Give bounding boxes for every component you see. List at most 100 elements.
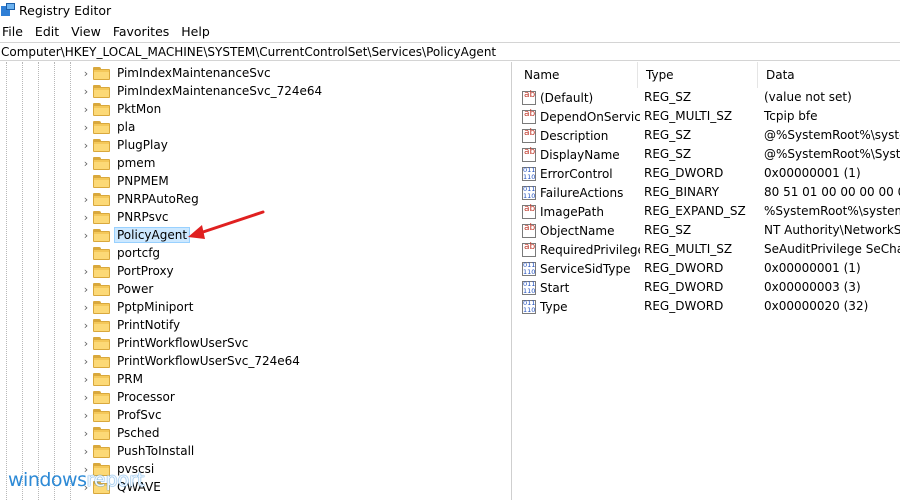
- folder-icon: [93, 228, 111, 242]
- value-name-cell: RequiredPrivilege...: [522, 240, 640, 259]
- value-row[interactable]: FailureActions REG_BINARY 80 51 01 00 00 0…: [516, 183, 900, 202]
- chevron-right-icon[interactable]: ›: [80, 427, 92, 440]
- chevron-right-icon[interactable]: ›: [80, 157, 92, 170]
- tree-item[interactable]: › PortProxy: [80, 262, 176, 280]
- value-name-cell: ErrorControl: [522, 164, 640, 183]
- value-name: RequiredPrivilege...: [540, 242, 640, 257]
- chevron-right-icon[interactable]: ›: [80, 103, 92, 116]
- tree-item[interactable]: › PushToInstall: [80, 442, 196, 460]
- menu-view[interactable]: View: [69, 24, 106, 39]
- tree-item[interactable]: › Psched: [80, 424, 161, 442]
- chevron-right-icon[interactable]: ›: [80, 265, 92, 278]
- value-data: 0x00000020 (32): [764, 299, 869, 313]
- chevron-right-icon[interactable]: ›: [80, 139, 92, 152]
- chevron-right-icon[interactable]: ›: [80, 319, 92, 332]
- value-row[interactable]: RequiredPrivilege... REG_MULTI_SZ SeAuditP…: [516, 240, 900, 259]
- value-data: 0x00000001 (1): [764, 261, 861, 275]
- tree-item[interactable]: portcfg: [80, 244, 162, 262]
- string-value-icon: [522, 204, 536, 219]
- tree-item[interactable]: › PNRPsvc: [80, 208, 171, 226]
- chevron-right-icon[interactable]: ›: [80, 355, 92, 368]
- value-name-cell: ServiceSidType: [522, 259, 640, 278]
- chevron-right-icon[interactable]: ›: [80, 193, 92, 206]
- chevron-right-icon[interactable]: ›: [80, 409, 92, 422]
- menu-edit[interactable]: Edit: [33, 24, 64, 39]
- tree-item[interactable]: › PimIndexMaintenanceSvc_724e64: [80, 82, 324, 100]
- chevron-right-icon[interactable]: ›: [80, 283, 92, 296]
- tree-item[interactable]: › PrintWorkflowUserSvc_724e64: [80, 352, 302, 370]
- value-name-cell: FailureActions: [522, 183, 640, 202]
- chevron-right-icon[interactable]: ›: [80, 391, 92, 404]
- tree-item[interactable]: › PRM: [80, 370, 145, 388]
- chevron-right-icon[interactable]: ›: [80, 121, 92, 134]
- tree-item[interactable]: › Processor: [80, 388, 177, 406]
- value-row[interactable]: Start REG_DWORD 0x00000003 (3): [516, 278, 900, 297]
- tree-item[interactable]: › PimIndexMaintenanceSvc: [80, 64, 273, 82]
- chevron-right-icon[interactable]: ›: [80, 301, 92, 314]
- tree-item[interactable]: PNPMEM: [80, 172, 171, 190]
- tree-item[interactable]: › PptpMiniport: [80, 298, 195, 316]
- value-row[interactable]: DisplayName REG_SZ @%SystemRoot%\System: [516, 145, 900, 164]
- tree-guide-line: [22, 62, 23, 500]
- value-row[interactable]: ObjectName REG_SZ NT Authority\NetworkServ: [516, 221, 900, 240]
- windows-report-watermark: windows report: [8, 466, 145, 494]
- value-row[interactable]: (Default) REG_SZ (value not set): [516, 88, 900, 107]
- title-bar: Registry Editor: [0, 0, 900, 20]
- tree-item-label: PNPMEM: [117, 174, 169, 188]
- tree-guide-line: [70, 62, 71, 500]
- menu-favorites[interactable]: Favorites: [111, 24, 174, 39]
- value-row[interactable]: ServiceSidType REG_DWORD 0x00000001 (1): [516, 259, 900, 278]
- value-name: Type: [540, 299, 568, 314]
- value-row[interactable]: Description REG_SZ @%SystemRoot%\system: [516, 126, 900, 145]
- chevron-right-icon[interactable]: ›: [80, 229, 92, 242]
- chevron-right-icon[interactable]: ›: [80, 211, 92, 224]
- value-row[interactable]: ErrorControl REG_DWORD 0x00000001 (1): [516, 164, 900, 183]
- column-header-name[interactable]: Name: [516, 62, 638, 88]
- value-name: ObjectName: [540, 223, 615, 238]
- tree-item[interactable]: › PktMon: [80, 100, 163, 118]
- folder-icon: [93, 102, 111, 116]
- value-row[interactable]: Type REG_DWORD 0x00000020 (32): [516, 297, 900, 316]
- folder-icon: [93, 246, 111, 260]
- tree-item[interactable]: › Power: [80, 280, 155, 298]
- column-header-row: Name Type Data: [516, 62, 900, 88]
- chevron-right-icon[interactable]: ›: [80, 85, 92, 98]
- tree-item-label: PNRPAutoReg: [117, 192, 199, 206]
- value-name-cell: Type: [522, 297, 640, 316]
- folder-icon: [93, 192, 111, 206]
- tree-item[interactable]: › pmem: [80, 154, 157, 172]
- value-name-cell: (Default): [522, 88, 640, 107]
- tree-item[interactable]: › PlugPlay: [80, 136, 170, 154]
- tree-item[interactable]: › pla: [80, 118, 137, 136]
- string-value-icon: [522, 242, 536, 257]
- chevron-right-icon[interactable]: ›: [80, 67, 92, 80]
- chevron-right-icon[interactable]: ›: [80, 445, 92, 458]
- tree-item[interactable]: › ProfSvc: [80, 406, 164, 424]
- string-value-icon: [522, 147, 536, 162]
- column-header-type[interactable]: Type: [638, 62, 758, 88]
- value-type: REG_DWORD: [644, 299, 724, 313]
- chevron-right-icon[interactable]: ›: [80, 337, 92, 350]
- value-type: REG_DWORD: [644, 166, 724, 180]
- registry-editor-icon: [1, 3, 15, 17]
- menu-help[interactable]: Help: [179, 24, 215, 39]
- address-bar[interactable]: Computer\HKEY_LOCAL_MACHINE\SYSTEM\Curre…: [0, 42, 900, 61]
- menu-file[interactable]: File: [0, 24, 28, 39]
- tree-item[interactable]: › PolicyAgent: [80, 226, 191, 244]
- tree-item-label: PptpMiniport: [117, 300, 194, 314]
- value-name: ImagePath: [540, 204, 604, 219]
- folder-icon: [93, 426, 111, 440]
- value-row[interactable]: DependOnService REG_MULTI_SZ Tcpip bfe: [516, 107, 900, 126]
- value-row[interactable]: ImagePath REG_EXPAND_SZ %SystemRoot%\syste…: [516, 202, 900, 221]
- values-pane[interactable]: Name Type Data (Default) REG_SZ (value not…: [516, 62, 900, 500]
- address-path[interactable]: Computer\HKEY_LOCAL_MACHINE\SYSTEM\Curre…: [0, 45, 496, 59]
- tree-item[interactable]: › PrintWorkflowUserSvc: [80, 334, 250, 352]
- value-type: REG_DWORD: [644, 261, 724, 275]
- tree-item-label: PimIndexMaintenanceSvc: [117, 66, 271, 80]
- chevron-right-icon[interactable]: ›: [80, 373, 92, 386]
- tree-item[interactable]: › PNRPAutoReg: [80, 190, 201, 208]
- folder-icon: [93, 84, 111, 98]
- key-tree-pane[interactable]: › PimIndexMaintenanceSvc › PimIndexMaintena…: [0, 62, 512, 500]
- column-header-data[interactable]: Data: [758, 62, 900, 88]
- tree-item[interactable]: › PrintNotify: [80, 316, 182, 334]
